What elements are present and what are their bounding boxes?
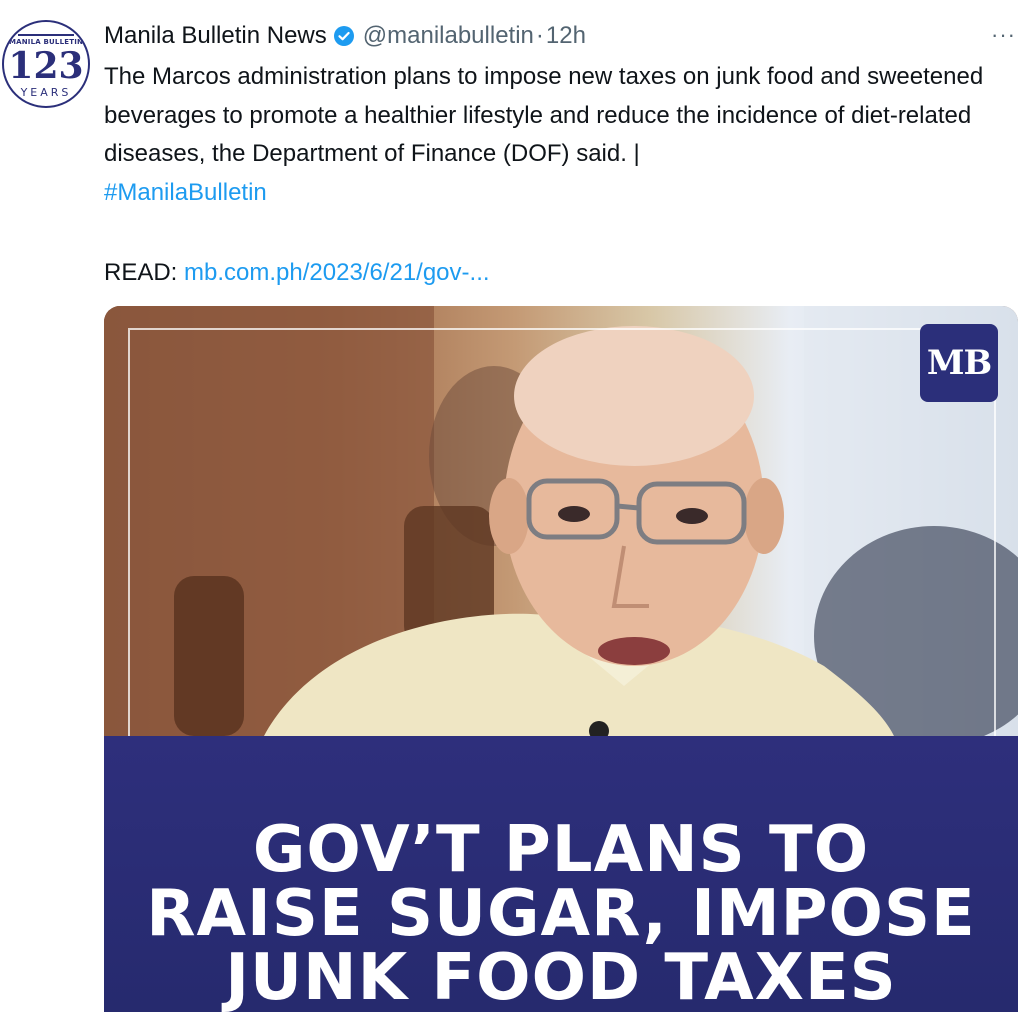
tweet-body: The Marcos administration plans to impos… <box>104 63 984 167</box>
headline-line: GOV’T PLANS TO <box>252 813 870 887</box>
read-label: READ: <box>104 259 185 286</box>
avatar[interactable]: MANILA BULLETIN 123 YEARS <box>2 20 90 108</box>
tweet-header: Manila Bulletin News @manilabulletin · 1… <box>104 20 586 52</box>
article-link[interactable]: mb.com.ph/2023/6/21/gov-... <box>184 259 490 286</box>
avatar-rule-top <box>18 34 74 36</box>
headline-line: RAISE SUGAR, IMPOSE <box>146 877 976 951</box>
avatar-subtitle: YEARS <box>20 86 72 99</box>
timestamp[interactable]: 12h <box>546 22 586 50</box>
avatar-number: 123 <box>8 45 84 87</box>
separator-dot: · <box>535 22 544 49</box>
tweet-text: The Marcos administration plans to impos… <box>104 58 1004 212</box>
headline: GOV’T PLANS TO RAISE SUGAR, IMPOSE JUNK … <box>104 818 1018 1010</box>
read-line: READ: mb.com.ph/2023/6/21/gov-... <box>104 254 490 292</box>
verified-badge-icon <box>333 25 355 47</box>
mb-logo: MB <box>920 324 998 402</box>
handle[interactable]: @manilabulletin <box>363 22 534 50</box>
display-name[interactable]: Manila Bulletin News <box>104 22 327 50</box>
headline-line: JUNK FOOD TAXES <box>225 941 897 1012</box>
media-card[interactable]: MB GOV’T PLANS TO RAISE SUGAR, IMPOSE JU… <box>104 306 1018 1012</box>
hashtag-link[interactable]: #ManilaBulletin <box>104 179 267 206</box>
more-options-icon[interactable]: ··· <box>991 22 1016 48</box>
